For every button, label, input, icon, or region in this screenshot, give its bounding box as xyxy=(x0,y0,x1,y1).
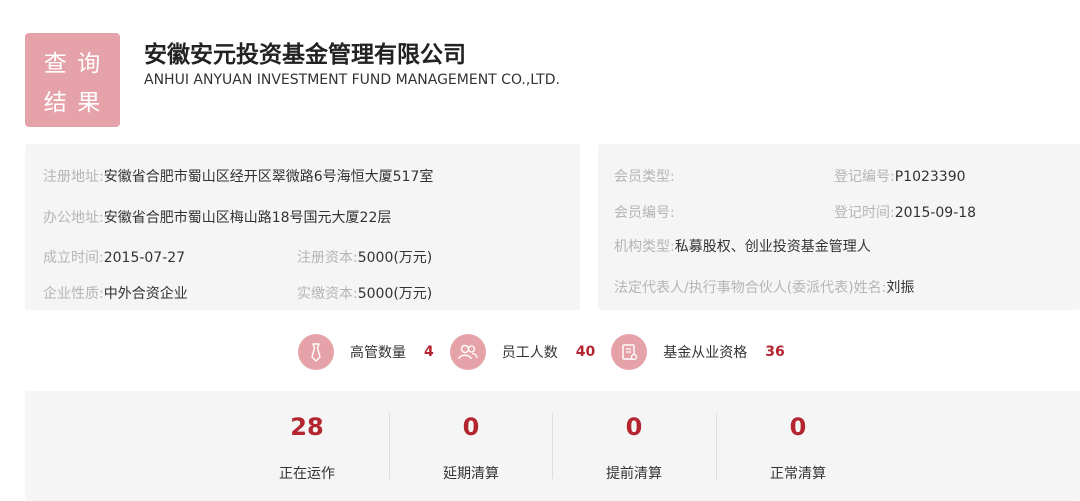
employees-label: 员工人数 xyxy=(501,345,558,361)
badge-char: 结 xyxy=(43,89,68,116)
org-type-value: 私募股权、创业投资基金管理人 xyxy=(674,239,871,255)
reg-address-value: 安徽省合肥市蜀山区经开区翠微路6号海恒大厦517室 xyxy=(103,169,434,185)
org-type-field: 机构类型:私募股权、创业投资基金管理人 xyxy=(614,236,871,256)
company-name-en: ANHUI ANYUAN INVESTMENT FUND MANAGEMENT … xyxy=(144,72,560,88)
member-type-field: 会员类型: xyxy=(614,166,675,186)
found-date-value: 2015-07-27 xyxy=(103,250,186,266)
reg-date-field: 登记时间:2015-09-18 xyxy=(834,202,976,222)
executives-label: 高管数量 xyxy=(350,345,406,361)
early-label: 提前清算 xyxy=(606,466,662,482)
reg-no-field: 登记编号:P1023390 xyxy=(834,166,966,186)
member-no-label: 会员编号: xyxy=(614,205,675,221)
member-type-label: 会员类型: xyxy=(614,169,675,185)
fund-status-running: 28 正在运作 xyxy=(225,391,389,501)
reg-capital-value: 5000(万元) xyxy=(357,250,433,266)
reg-date-label: 登记时间: xyxy=(834,205,895,221)
normal-label: 正常清算 xyxy=(770,466,826,482)
reg-capital-field: 注册资本:5000(万元) xyxy=(297,247,432,267)
legal-rep-value: 刘振 xyxy=(886,280,915,296)
delayed-count: 0 xyxy=(462,413,480,441)
running-label: 正在运作 xyxy=(279,466,335,482)
badge-char: 询 xyxy=(77,50,102,77)
company-name-cn: 安徽安元投资基金管理有限公司 xyxy=(144,42,466,68)
fund-status-panel: 28 正在运作 0 延期清算 0 提前清算 0 正常清算 xyxy=(25,391,1080,501)
badge-char: 查 xyxy=(43,50,68,77)
reg-address-label: 注册地址: xyxy=(43,169,104,185)
legal-rep-label: 法定代表人/执行事物合伙人(委派代表)姓名: xyxy=(614,280,887,296)
people-icon xyxy=(449,334,486,370)
office-address-field: 办公地址:安徽省合肥市蜀山区梅山路18号国元大厦22层 xyxy=(43,207,391,227)
office-address-label: 办公地址: xyxy=(43,210,104,226)
normal-count: 0 xyxy=(789,413,807,441)
running-count: 28 xyxy=(290,413,324,441)
tie-icon xyxy=(298,334,334,370)
qualified-value: 36 xyxy=(765,344,785,360)
org-type-label: 机构类型: xyxy=(614,239,675,255)
member-no-field: 会员编号: xyxy=(614,202,675,222)
delayed-label: 延期清算 xyxy=(443,466,499,482)
badge-char: 果 xyxy=(77,89,102,116)
fund-status-normal: 0 正常清算 xyxy=(716,391,880,501)
paid-capital-value: 5000(万元) xyxy=(357,286,433,302)
basic-info-panel: 注册地址:安徽省合肥市蜀山区经开区翠微路6号海恒大厦517室 办公地址:安徽省合… xyxy=(25,144,580,310)
fund-status-delayed: 0 延期清算 xyxy=(389,391,553,501)
reg-no-value: P1023390 xyxy=(894,169,966,185)
executives-value: 4 xyxy=(424,344,434,360)
nature-label: 企业性质: xyxy=(43,286,104,302)
paid-capital-label: 实缴资本: xyxy=(297,286,358,302)
found-date-label: 成立时间: xyxy=(43,250,104,266)
qualified-label: 基金从业资格 xyxy=(663,345,748,361)
office-address-value: 安徽省合肥市蜀山区梅山路18号国元大厦22层 xyxy=(103,210,392,226)
certificate-icon xyxy=(611,334,648,370)
fund-status-early: 0 提前清算 xyxy=(552,391,716,501)
legal-rep-field: 法定代表人/执行事物合伙人(委派代表)姓名:刘振 xyxy=(614,277,914,297)
reg-no-label: 登记编号: xyxy=(834,169,895,185)
employees-value: 40 xyxy=(575,344,596,360)
reg-capital-label: 注册资本: xyxy=(297,250,358,266)
early-count: 0 xyxy=(625,413,643,441)
found-date-field: 成立时间:2015-07-27 xyxy=(43,247,185,267)
paid-capital-field: 实缴资本:5000(万元) xyxy=(297,283,432,303)
nature-value: 中外合资企业 xyxy=(103,286,188,302)
staff-stats-row: 高管数量 4 员工人数 40 基金从业资格 36 xyxy=(298,334,801,370)
reg-date-value: 2015-09-18 xyxy=(894,205,977,221)
reg-address-field: 注册地址:安徽省合肥市蜀山区经开区翠微路6号海恒大厦517室 xyxy=(43,166,433,186)
query-result-badge: 查 询 结 果 xyxy=(25,33,120,127)
nature-field: 企业性质:中外合资企业 xyxy=(43,283,188,303)
registration-info-panel: 会员类型: 登记编号:P1023390 会员编号: 登记时间:2015-09-1… xyxy=(598,144,1080,310)
